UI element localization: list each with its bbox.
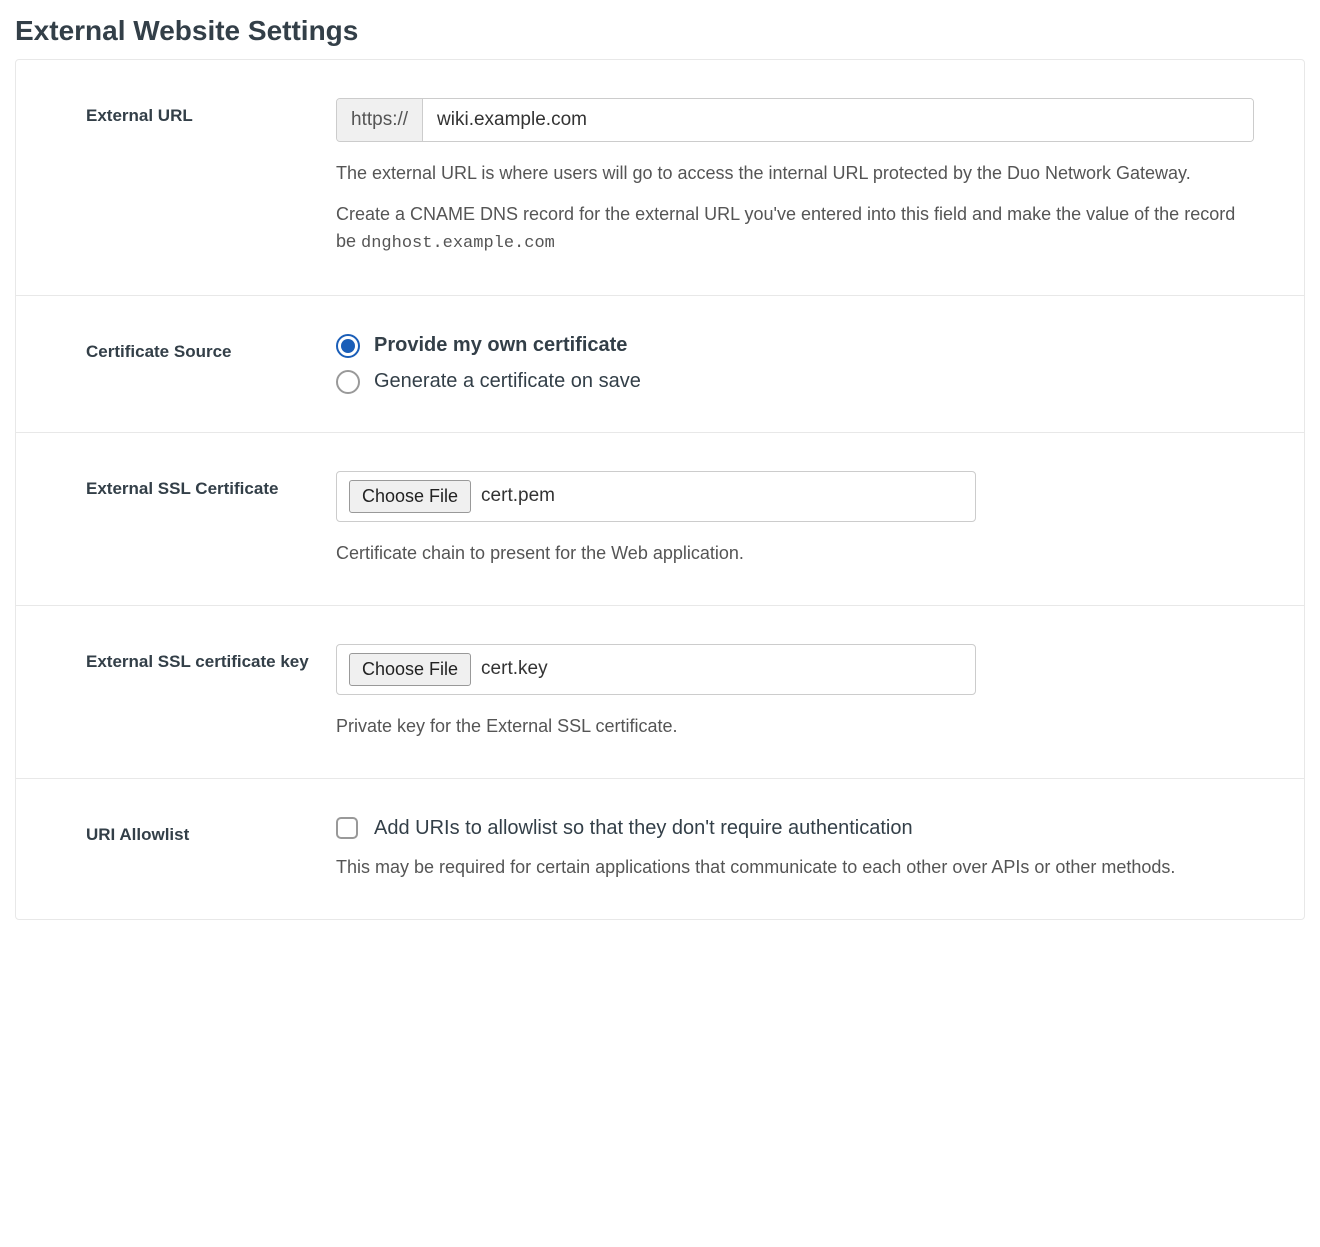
radio-circle-icon (336, 370, 360, 394)
external-url-input-group: https:// (336, 98, 1254, 142)
label-col: Certificate Source (16, 334, 336, 394)
ssl-key-filename: cert.key (481, 658, 548, 680)
radio-label-provide-own: Provide my own certificate (374, 334, 627, 357)
label-col: URI Allowlist (16, 817, 336, 881)
url-prefix: https:// (337, 99, 423, 141)
content-col: Choose File cert.key Private key for the… (336, 644, 1304, 740)
external-url-label: External URL (86, 106, 193, 125)
cert-source-radio-group: Provide my own certificate Generate a ce… (336, 334, 1254, 394)
ssl-key-help: Private key for the External SSL certifi… (336, 713, 1254, 740)
external-url-help-1: The external URL is where users will go … (336, 160, 1254, 187)
external-url-input[interactable] (423, 99, 1253, 141)
radio-provide-own[interactable]: Provide my own certificate (336, 334, 1254, 358)
ssl-key-label: External SSL certificate key (86, 652, 309, 671)
content-col: Add URIs to allowlist so that they don't… (336, 817, 1304, 881)
content-col: Choose File cert.pem Certificate chain t… (336, 471, 1304, 567)
ssl-cert-label: External SSL Certificate (86, 479, 278, 498)
content-col: Provide my own certificate Generate a ce… (336, 334, 1304, 394)
label-col: External URL (16, 98, 336, 257)
choose-file-button[interactable]: Choose File (349, 653, 471, 686)
radio-circle-icon (336, 334, 360, 358)
setting-row-uri-allowlist: URI Allowlist Add URIs to allowlist so t… (16, 779, 1304, 919)
ssl-cert-filename: cert.pem (481, 485, 555, 507)
settings-container: External URL https:// The external URL i… (15, 59, 1305, 920)
cname-value: dnghost.example.com (361, 234, 555, 253)
cert-source-label: Certificate Source (86, 342, 232, 361)
setting-row-cert-source: Certificate Source Provide my own certif… (16, 296, 1304, 433)
page-title: External Website Settings (15, 15, 1305, 47)
setting-row-ssl-key: External SSL certificate key Choose File… (16, 606, 1304, 779)
uri-allowlist-checkbox-label: Add URIs to allowlist so that they don't… (374, 817, 913, 840)
label-col: External SSL Certificate (16, 471, 336, 567)
ssl-key-file-input[interactable]: Choose File cert.key (336, 644, 976, 695)
setting-row-ssl-cert: External SSL Certificate Choose File cer… (16, 433, 1304, 606)
uri-allowlist-label: URI Allowlist (86, 825, 189, 844)
setting-row-external-url: External URL https:// The external URL i… (16, 60, 1304, 296)
uri-allowlist-checkbox[interactable] (336, 817, 358, 839)
ssl-cert-help: Certificate chain to present for the Web… (336, 540, 1254, 567)
choose-file-button[interactable]: Choose File (349, 480, 471, 513)
external-url-help-2: Create a CNAME DNS record for the extern… (336, 201, 1254, 257)
ssl-cert-file-input[interactable]: Choose File cert.pem (336, 471, 976, 522)
label-col: External SSL certificate key (16, 644, 336, 740)
radio-label-generate: Generate a certificate on save (374, 370, 641, 393)
radio-dot-icon (341, 339, 355, 353)
radio-generate[interactable]: Generate a certificate on save (336, 370, 1254, 394)
uri-allowlist-checkbox-row: Add URIs to allowlist so that they don't… (336, 817, 1254, 840)
uri-allowlist-help: This may be required for certain applica… (336, 854, 1254, 881)
content-col: https:// The external URL is where users… (336, 98, 1304, 257)
